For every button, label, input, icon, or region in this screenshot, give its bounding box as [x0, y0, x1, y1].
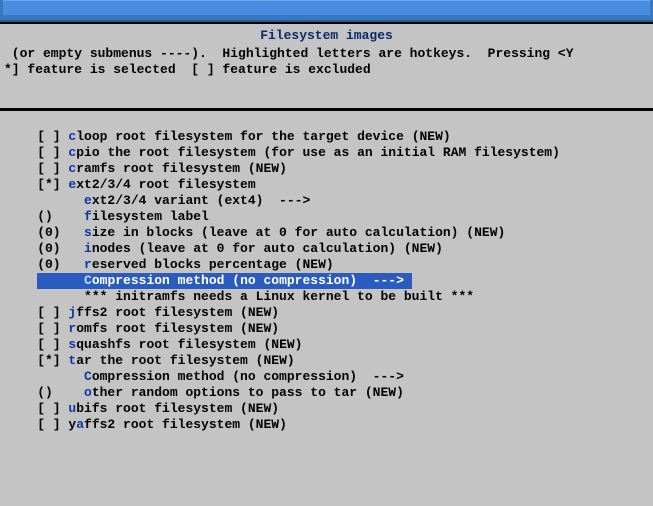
- option-row[interactable]: [ ] ubifs root filesystem (NEW): [6, 401, 647, 417]
- row-prefix: [6, 369, 84, 384]
- row-prefix: (): [6, 209, 84, 224]
- option-row[interactable]: (0) reserved blocks percentage (NEW): [6, 257, 647, 273]
- row-label: ompression method (no compression) --->: [92, 369, 404, 384]
- hotkey-letter: r: [84, 257, 92, 272]
- hotkey-letter: C: [84, 273, 92, 288]
- row-label: xt2/3/4 root filesystem: [76, 177, 255, 192]
- option-row[interactable]: [ ] cramfs root filesystem (NEW): [6, 161, 647, 177]
- row-prefix: [*]: [6, 177, 68, 192]
- option-row[interactable]: ext2/3/4 variant (ext4) --->: [6, 193, 647, 209]
- row-prefix: [ ]: [6, 161, 68, 176]
- option-row[interactable]: () other random options to pass to tar (…: [6, 385, 647, 401]
- row-prefix: [ ] y: [6, 417, 76, 432]
- separator: [0, 108, 653, 111]
- row-prefix: (0): [6, 257, 84, 272]
- help-text-1: (or empty submenus ----). Highlighted le…: [4, 46, 649, 62]
- row-prefix: [6, 193, 84, 208]
- hotkey-letter: i: [84, 241, 92, 256]
- option-row[interactable]: [ ] yaffs2 root filesystem (NEW): [6, 417, 647, 433]
- row-label: xt2/3/4 variant (ext4) --->: [92, 193, 310, 208]
- hotkey-letter: s: [84, 225, 92, 240]
- row-label: ompression method (no compression) --->: [92, 273, 404, 288]
- row-label: ther random options to pass to tar (NEW): [92, 385, 404, 400]
- option-row[interactable]: [ ] jffs2 root filesystem (NEW): [6, 305, 647, 321]
- row-label: pio the root filesystem (for use as an i…: [76, 145, 560, 160]
- help-text-2: *] feature is selected [ ] feature is ex…: [4, 62, 649, 78]
- selected-highlight: Compression method (no compression) --->: [37, 273, 412, 289]
- option-row[interactable]: [*] tar the root filesystem (NEW): [6, 353, 647, 369]
- row-label: ramfs root filesystem (NEW): [76, 161, 287, 176]
- row-label: bifs root filesystem (NEW): [76, 401, 279, 416]
- page-title: Filesystem images: [4, 28, 649, 44]
- row-label: quashfs root filesystem (NEW): [76, 337, 302, 352]
- option-row[interactable]: *** initramfs needs a Linux kernel to be…: [6, 289, 647, 305]
- row-label: omfs root filesystem (NEW): [76, 321, 279, 336]
- row-prefix: [ ]: [6, 337, 68, 352]
- option-list: [ ] cloop root filesystem for the target…: [0, 129, 653, 433]
- option-row[interactable]: [*] ext2/3/4 root filesystem: [6, 177, 647, 193]
- window-titlebar: [0, 0, 653, 22]
- row-prefix: [ ]: [6, 145, 68, 160]
- row-label: ffs2 root filesystem (NEW): [84, 417, 287, 432]
- row-label: nodes (leave at 0 for auto calculation) …: [92, 241, 443, 256]
- hotkey-letter: a: [76, 417, 84, 432]
- option-row[interactable]: [ ] cpio the root filesystem (for use as…: [6, 145, 647, 161]
- row-prefix: [*]: [6, 353, 68, 368]
- option-row[interactable]: [ ] cloop root filesystem for the target…: [6, 129, 647, 145]
- row-label: ffs2 root filesystem (NEW): [76, 305, 279, 320]
- option-row[interactable]: Compression method (no compression) --->: [6, 273, 647, 289]
- hotkey-letter: o: [84, 385, 92, 400]
- option-row[interactable]: (0) inodes (leave at 0 for auto calculat…: [6, 241, 647, 257]
- row-prefix: [ ]: [6, 129, 68, 144]
- option-row[interactable]: [ ] romfs root filesystem (NEW): [6, 321, 647, 337]
- row-prefix: [ ]: [6, 321, 68, 336]
- hotkey-letter: C: [84, 369, 92, 384]
- option-row[interactable]: () filesystem label: [6, 209, 647, 225]
- row-label: loop root filesystem for the target devi…: [76, 129, 450, 144]
- row-label: *** initramfs needs a Linux kernel to be…: [84, 289, 474, 304]
- row-prefix: (0): [6, 225, 84, 240]
- row-label: eserved blocks percentage (NEW): [92, 257, 334, 272]
- option-row[interactable]: (0) size in blocks (leave at 0 for auto …: [6, 225, 647, 241]
- row-prefix: (): [6, 385, 84, 400]
- row-prefix: [6, 289, 84, 304]
- row-label: ize in blocks (leave at 0 for auto calcu…: [92, 225, 505, 240]
- row-prefix: (0): [6, 241, 84, 256]
- option-row[interactable]: Compression method (no compression) --->: [6, 369, 647, 385]
- titlebar-inner: [3, 0, 650, 15]
- row-label: ar the root filesystem (NEW): [76, 353, 294, 368]
- option-row[interactable]: [ ] squashfs root filesystem (NEW): [6, 337, 647, 353]
- hotkey-letter: f: [84, 209, 92, 224]
- row-prefix: [ ]: [6, 305, 68, 320]
- row-label: ilesystem label: [92, 209, 209, 224]
- row-prefix: [ ]: [6, 401, 68, 416]
- header: Filesystem images (or empty submenus ---…: [0, 22, 653, 80]
- hotkey-letter: e: [84, 193, 92, 208]
